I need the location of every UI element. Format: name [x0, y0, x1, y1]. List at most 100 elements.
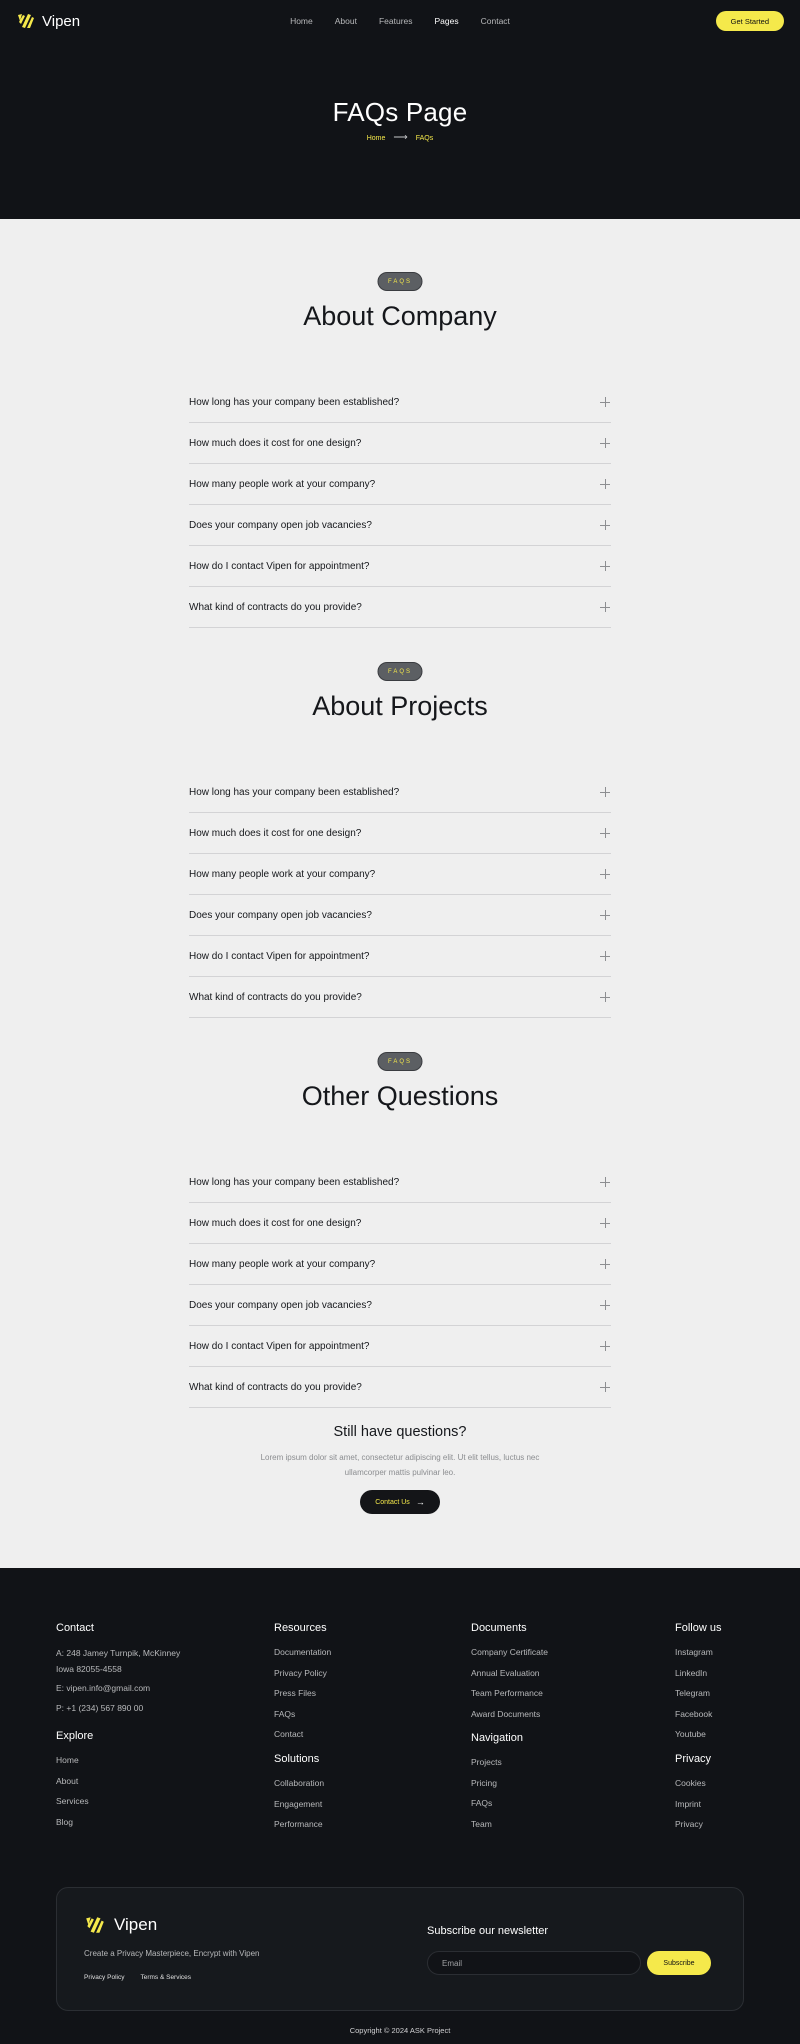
faq-question: How many people work at your company?: [189, 869, 376, 880]
plus-icon[interactable]: [600, 910, 610, 920]
footer-link-cookies[interactable]: Cookies: [675, 1777, 711, 1798]
footer-link-privacy-policy[interactable]: Privacy Policy: [274, 1667, 331, 1688]
footer-link-imprint[interactable]: Imprint: [675, 1798, 711, 1819]
plus-icon[interactable]: [600, 869, 610, 879]
footer-link-youtube[interactable]: Youtube: [675, 1728, 721, 1749]
footer-link-home[interactable]: Home: [56, 1754, 93, 1775]
contact-email[interactable]: E: vipen.info@gmail.com: [56, 1681, 226, 1697]
footer-link-projects[interactable]: Projects: [471, 1756, 523, 1777]
faq-question: How much does it cost for one design?: [189, 438, 362, 449]
faq-question: Does your company open job vacancies?: [189, 910, 372, 921]
faq-item[interactable]: What kind of contracts do you provide?: [189, 1367, 611, 1408]
faq-item[interactable]: How much does it cost for one design?: [189, 423, 611, 464]
footer-link-team-performance[interactable]: Team Performance: [471, 1687, 548, 1708]
footer-link-pricing[interactable]: Pricing: [471, 1777, 523, 1798]
contact-us-button[interactable]: Contact Us →: [360, 1490, 440, 1514]
section-title: About Projects: [312, 691, 488, 721]
footer-link-team[interactable]: Team: [471, 1818, 523, 1839]
faq-question: How long has your company been establish…: [189, 787, 400, 798]
footer-link-about[interactable]: About: [56, 1775, 93, 1796]
plus-icon[interactable]: [600, 1382, 610, 1392]
subscribe-button[interactable]: Subscribe: [647, 1951, 711, 1975]
faq-item[interactable]: How many people work at your company?: [189, 854, 611, 895]
brand-tagline: Create a Privacy Masterpiece, Encrypt wi…: [84, 1949, 260, 1958]
faq-main: FAQS About Company How long has your com…: [0, 219, 800, 1568]
faq-question: How long has your company been establish…: [189, 397, 400, 408]
footer-link-facebook[interactable]: Facebook: [675, 1708, 721, 1729]
plus-icon[interactable]: [600, 1300, 610, 1310]
get-started-button[interactable]: Get Started: [715, 11, 784, 31]
footer-explore: Explore Home About Services Blog: [56, 1730, 93, 1836]
faq-item[interactable]: How do I contact Vipen for appointment?: [189, 936, 611, 977]
plus-icon[interactable]: [600, 520, 610, 530]
brand-logo[interactable]: Vipen: [16, 11, 80, 31]
footer-link-services[interactable]: Services: [56, 1795, 93, 1816]
nav-link-about[interactable]: About: [335, 16, 357, 26]
faq-item[interactable]: How long has your company been establish…: [189, 1162, 611, 1203]
breadcrumb-home[interactable]: Home: [367, 135, 386, 142]
nav-links: Home About Features Pages Contact: [0, 0, 800, 42]
faq-question: How many people work at your company?: [189, 479, 376, 490]
faq-item[interactable]: How long has your company been establish…: [189, 382, 611, 423]
plus-icon[interactable]: [600, 438, 610, 448]
footer-heading: Follow us: [675, 1622, 722, 1634]
terms-services-link[interactable]: Terms & Services: [140, 1974, 191, 1981]
faq-item[interactable]: How many people work at your company?: [189, 464, 611, 505]
plus-icon[interactable]: [600, 1259, 610, 1269]
footer-link-collaboration[interactable]: Collaboration: [274, 1777, 324, 1798]
nav-link-features[interactable]: Features: [379, 16, 413, 26]
faq-item[interactable]: How much does it cost for one design?: [189, 813, 611, 854]
footer-link-faqs-nav[interactable]: FAQs: [471, 1797, 523, 1818]
nav-link-contact[interactable]: Contact: [481, 16, 510, 26]
footer-link-contact[interactable]: Contact: [274, 1728, 331, 1749]
plus-icon[interactable]: [600, 951, 610, 961]
faq-badge: FAQS: [377, 1052, 423, 1071]
footer-documents: Documents Company Certificate Annual Eva…: [471, 1622, 548, 1728]
faq-section-projects: FAQS About Projects How long has your co…: [0, 609, 800, 1018]
plus-icon[interactable]: [600, 561, 610, 571]
footer-link-engagement[interactable]: Engagement: [274, 1798, 324, 1819]
faq-question: Does your company open job vacancies?: [189, 520, 372, 531]
footer-link-performance[interactable]: Performance: [274, 1818, 324, 1839]
faq-item[interactable]: Does your company open job vacancies?: [189, 895, 611, 936]
hero: Vipen Home About Features Pages Contact …: [0, 0, 800, 219]
faq-item[interactable]: How do I contact Vipen for appointment?: [189, 546, 611, 587]
nav-link-home[interactable]: Home: [290, 16, 313, 26]
faq-item[interactable]: How much does it cost for one design?: [189, 1203, 611, 1244]
plus-icon[interactable]: [600, 1218, 610, 1228]
privacy-policy-link[interactable]: Privacy Policy: [84, 1974, 124, 1981]
legal-links: Privacy Policy Terms & Services: [84, 1974, 191, 1981]
faq-item[interactable]: How many people work at your company?: [189, 1244, 611, 1285]
plus-icon[interactable]: [600, 787, 610, 797]
footer-brand-logo[interactable]: Vipen: [84, 1914, 157, 1936]
faq-item[interactable]: Does your company open job vacancies?: [189, 1285, 611, 1326]
contact-phone[interactable]: P: +1 (234) 567 890 00: [56, 1701, 226, 1717]
faq-item[interactable]: How do I contact Vipen for appointment?: [189, 1326, 611, 1367]
faq-question: How do I contact Vipen for appointment?: [189, 1341, 370, 1352]
footer-link-blog[interactable]: Blog: [56, 1816, 93, 1837]
faq-item[interactable]: How long has your company been establish…: [189, 772, 611, 813]
nav-link-pages[interactable]: Pages: [435, 16, 459, 26]
footer-follow: Follow us Instagram LinkedIn Telegram Fa…: [675, 1622, 721, 1749]
footer-privacy: Privacy Cookies Imprint Privacy: [675, 1753, 711, 1839]
plus-icon[interactable]: [600, 1341, 610, 1351]
footer-link-instagram[interactable]: Instagram: [675, 1646, 721, 1667]
plus-icon[interactable]: [600, 479, 610, 489]
footer-link-documentation[interactable]: Documentation: [274, 1646, 331, 1667]
plus-icon[interactable]: [600, 397, 610, 407]
footer-link-linkedin[interactable]: LinkedIn: [675, 1667, 721, 1688]
footer-link-annual-evaluation[interactable]: Annual Evaluation: [471, 1667, 548, 1688]
footer-heading: Privacy: [675, 1753, 712, 1765]
brand-name: Vipen: [114, 1915, 158, 1934]
footer-link-press-files[interactable]: Press Files: [274, 1687, 331, 1708]
footer-link-faqs[interactable]: FAQs: [274, 1708, 331, 1729]
newsletter-email-input[interactable]: [427, 1951, 641, 1975]
footer-link-telegram[interactable]: Telegram: [675, 1687, 721, 1708]
footer-link-privacy[interactable]: Privacy: [675, 1818, 711, 1839]
plus-icon[interactable]: [600, 828, 610, 838]
faq-item[interactable]: Does your company open job vacancies?: [189, 505, 611, 546]
footer-link-company-certificate[interactable]: Company Certificate: [471, 1646, 548, 1667]
plus-icon[interactable]: [600, 1177, 610, 1187]
footer-link-award-documents[interactable]: Award Documents: [471, 1708, 548, 1729]
footer-heading: Explore: [56, 1730, 94, 1742]
